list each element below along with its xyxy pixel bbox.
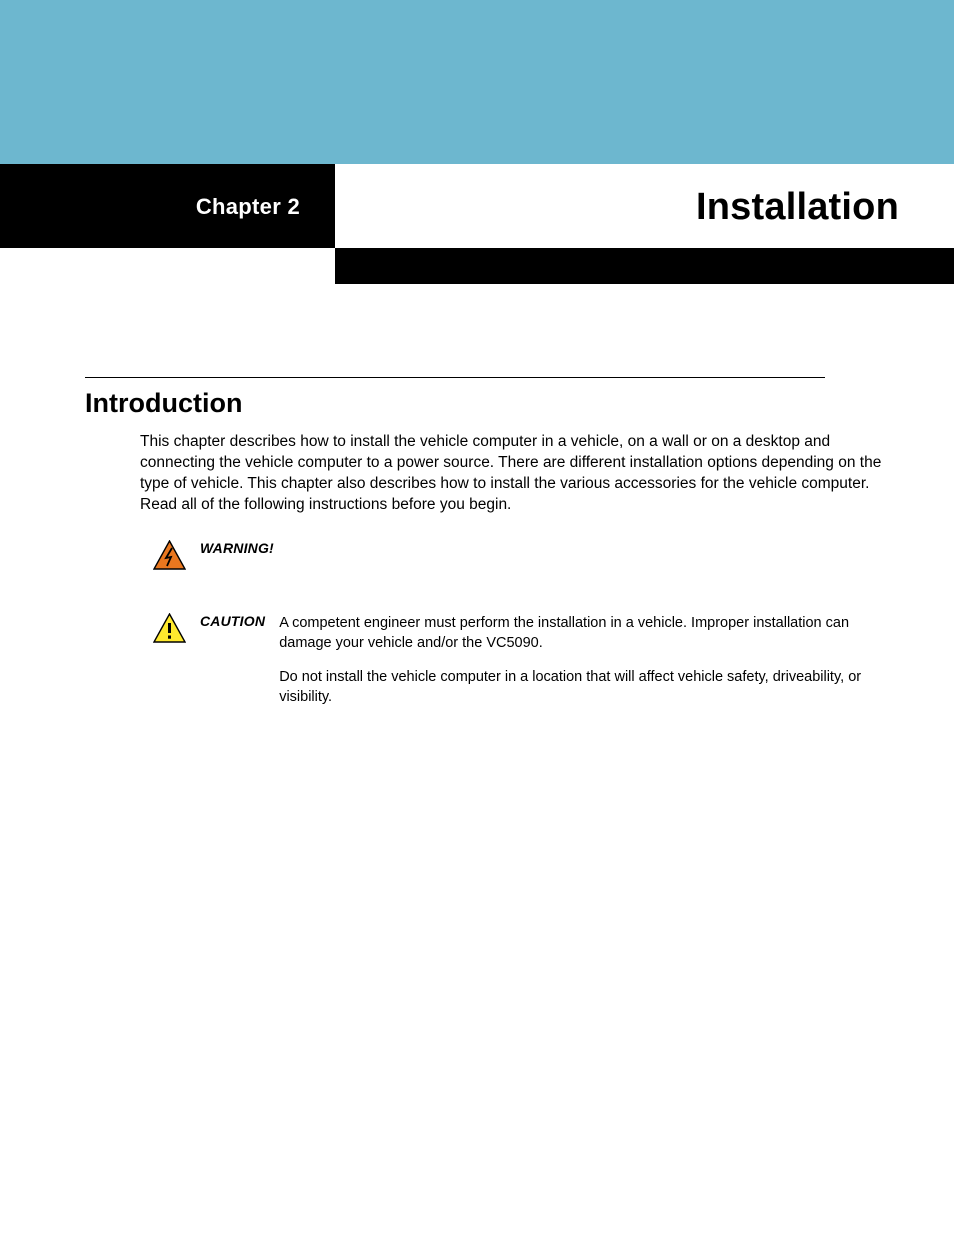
- warning-notice: WARNING!: [153, 540, 888, 570]
- caution-para1: A competent engineer must perform the in…: [279, 613, 888, 653]
- horizontal-rule: [85, 377, 825, 378]
- header-blue-banner: [0, 0, 954, 164]
- caution-notice: CAUTION A competent engineer must perfor…: [153, 613, 888, 707]
- warning-label: WARNING!: [200, 540, 274, 556]
- chapter-label: Chapter 2: [0, 194, 300, 220]
- warning-icon: [153, 540, 186, 570]
- caution-label: CAUTION: [200, 613, 265, 629]
- caution-para2: Do not install the vehicle computer in a…: [279, 667, 888, 707]
- caution-icon: [153, 613, 186, 643]
- section-heading: Introduction: [85, 388, 242, 419]
- caution-text: A competent engineer must perform the in…: [279, 613, 888, 707]
- intro-paragraph: This chapter describes how to install th…: [140, 432, 885, 516]
- page: Chapter 2 Installation Introduction This…: [0, 0, 954, 1235]
- chapter-title: Installation: [696, 186, 899, 229]
- header-black-bottom: [335, 248, 954, 284]
